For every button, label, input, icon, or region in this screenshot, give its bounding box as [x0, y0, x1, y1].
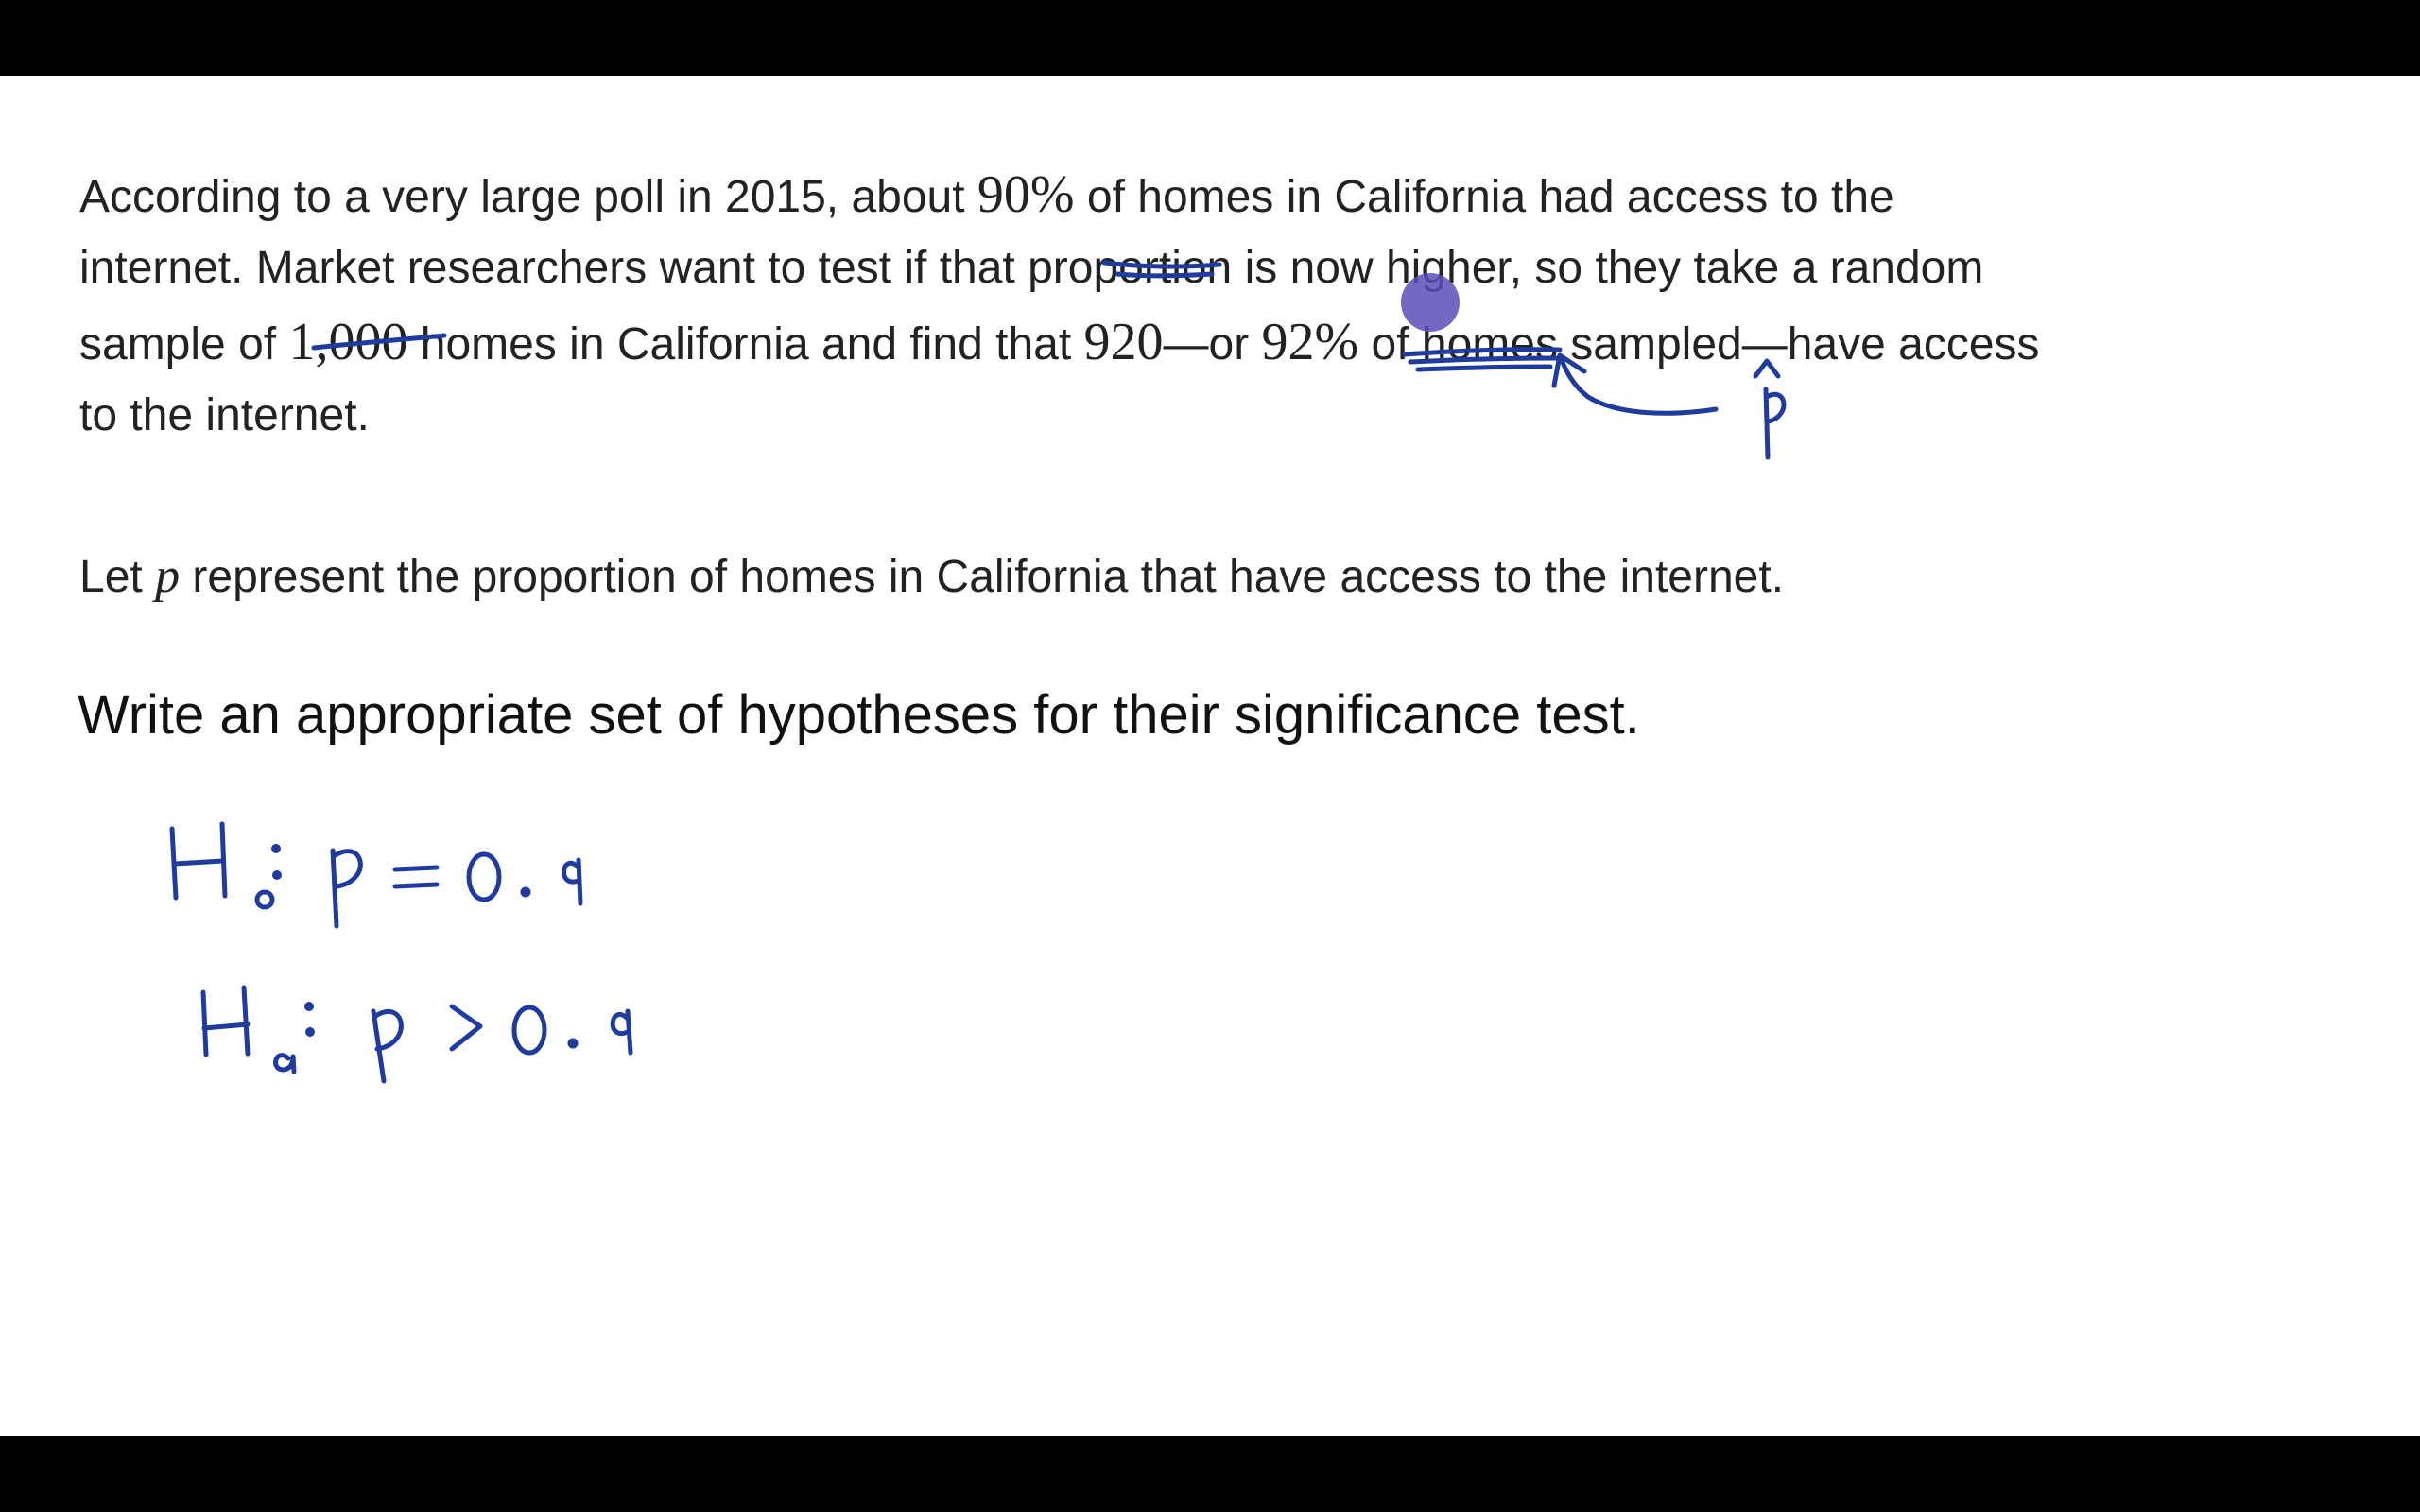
- problem-text: of homes in California had access to the: [1074, 172, 1894, 222]
- problem-text: internet. Market researchers want to tes…: [79, 243, 1984, 293]
- problem-line-1: According to a very large poll in 2015, …: [79, 158, 1894, 234]
- whiteboard-canvas: According to a very large poll in 2015, …: [0, 76, 2420, 1436]
- problem-line-2: internet. Market researchers want to tes…: [79, 232, 1983, 305]
- problem-line-3: sample of 1,000 homes in California and …: [79, 305, 2040, 382]
- ha-p-bowl: [372, 1008, 404, 1052]
- ha-subscript-a: [273, 1053, 297, 1074]
- problem-text: homes in California and find that: [407, 319, 1084, 369]
- h0-colon: [271, 844, 281, 853]
- ha-zero: [511, 1005, 547, 1056]
- pointer-cursor: [1401, 273, 1460, 332]
- problem-text: According to a very large poll in 2015, …: [79, 172, 977, 222]
- count-920: 920: [1083, 313, 1164, 371]
- problem-text: of homes sampled—have access: [1358, 319, 2040, 369]
- h0-equals: [392, 882, 440, 889]
- h0-equals: [392, 865, 440, 872]
- video-frame: According to a very large poll in 2015, …: [0, 0, 2420, 1512]
- ha-p-stem: [371, 1008, 387, 1084]
- ha-nine: [610, 1008, 633, 1056]
- h0-zero: [466, 851, 502, 902]
- ha-colon: [305, 1027, 315, 1037]
- problem-text: sample of: [79, 319, 289, 369]
- ha-colon: [304, 1002, 314, 1011]
- question-prompt: Write an appropriate set of hypotheses f…: [78, 683, 1640, 747]
- ha-H-bar: [201, 1022, 251, 1031]
- sample-size: 1,000: [288, 313, 408, 371]
- percent-90: 90%: [977, 165, 1075, 224]
- variable-p: p: [155, 549, 181, 603]
- ha-point: [567, 1038, 579, 1049]
- definition-line: Let p represent the proportion of homes …: [79, 540, 1784, 614]
- h0-point: [520, 886, 531, 898]
- h0-p-stem: [330, 848, 339, 929]
- problem-text: to the internet.: [79, 390, 370, 440]
- problem-line-4: to the internet.: [79, 379, 370, 453]
- ha-greater-than: [449, 1004, 483, 1052]
- definition-text: represent the proportion of homes in Cal…: [180, 552, 1785, 602]
- h0-p-bowl: [331, 849, 363, 889]
- ha-H-left: [200, 989, 209, 1057]
- h0-H-right: [219, 821, 228, 899]
- definition-text: Let: [79, 552, 156, 602]
- question-text: Write an appropriate set of hypotheses f…: [78, 684, 1640, 746]
- h0-nine: [562, 857, 583, 906]
- h0-colon: [272, 870, 282, 880]
- p-hat-bowl: [1764, 392, 1787, 424]
- p-hat-stem: [1763, 387, 1771, 460]
- problem-text: —or: [1163, 319, 1262, 369]
- h0-subscript-0: [254, 889, 275, 910]
- ha-H-right: [241, 985, 251, 1057]
- h0-H-bar: [172, 858, 226, 867]
- percent-92: 92%: [1261, 313, 1359, 371]
- h0-H-left: [169, 826, 179, 901]
